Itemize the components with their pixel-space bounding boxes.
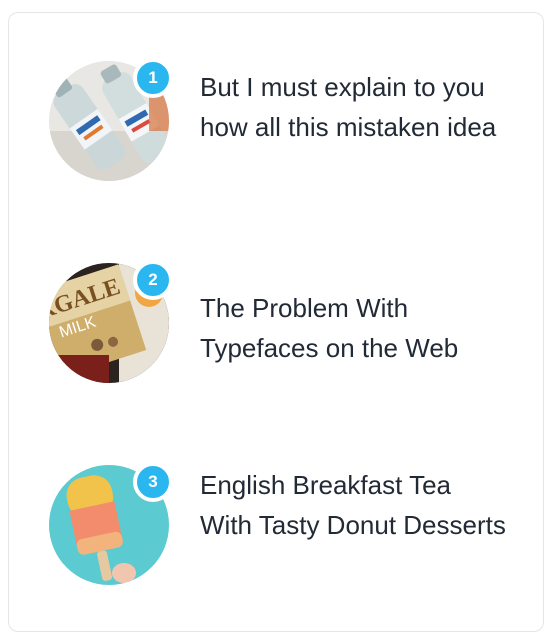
rank-badge: 1 [133,58,173,98]
post-title[interactable]: English Breakfast Tea With Tasty Donut D… [200,465,510,545]
post-item[interactable]: 3 English Breakfast Tea With Tasty Donut… [49,462,519,585]
post-item[interactable]: 1 But I must explain to you how all this… [49,58,519,181]
post-title[interactable]: The Problem With Typefaces on the Web [200,288,510,368]
post-thumbnail[interactable]: RGALE MILK 2 [49,260,173,383]
rank-badge: 2 [133,260,173,300]
post-item[interactable]: RGALE MILK 2 The Problem With Typefaces … [49,260,519,383]
post-title[interactable]: But I must explain to you how all this m… [200,67,510,147]
rank-badge: 3 [133,462,173,502]
post-thumbnail[interactable]: 1 [49,58,173,181]
popular-posts-card: 1 But I must explain to you how all this… [8,12,544,632]
post-thumbnail[interactable]: 3 [49,462,173,585]
